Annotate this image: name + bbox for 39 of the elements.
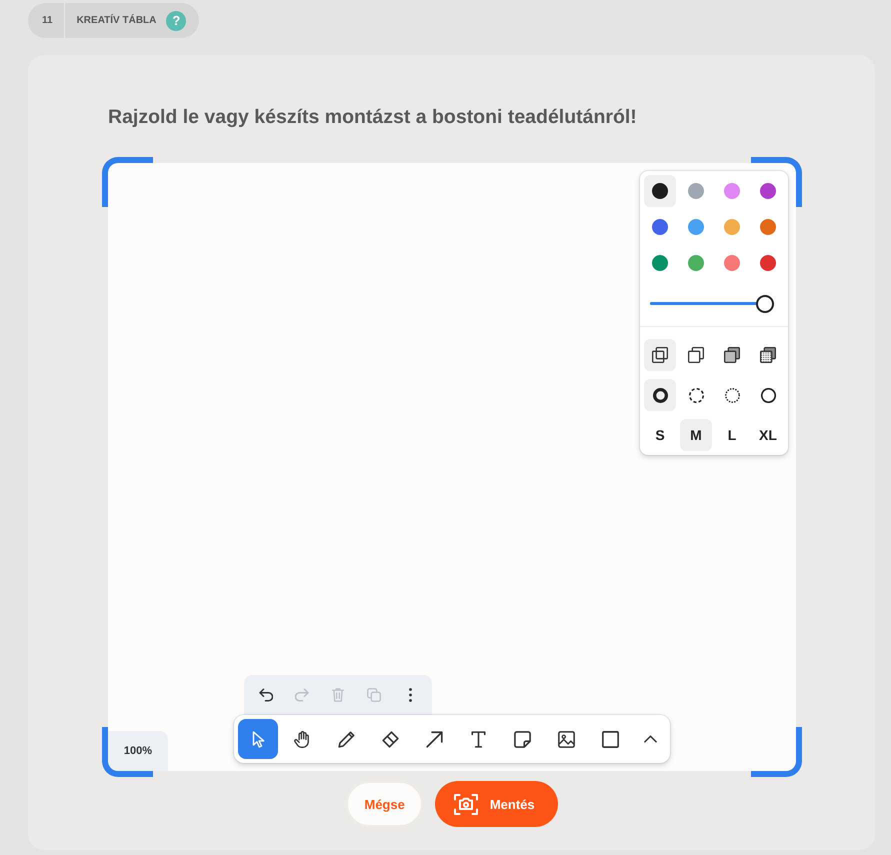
size-button[interactable]: L [716, 419, 748, 451]
size-button[interactable]: M [680, 419, 712, 451]
overlapping-squares-icon [652, 347, 668, 363]
cube-filled-icon [724, 347, 740, 363]
cube-outline-icon [688, 347, 704, 363]
pencil-icon [338, 730, 354, 748]
task-title: Rajzold le vagy készíts montázst a bostoni teadélutánról! [108, 105, 637, 130]
eraser-icon [382, 730, 398, 748]
thick-ring-icon [652, 388, 668, 402]
trash-icon [331, 688, 345, 702]
frame-corner [751, 157, 802, 207]
dashed-circle-icon [688, 388, 704, 402]
slider-thumb[interactable] [756, 294, 774, 312]
chevron-up-icon [644, 735, 656, 743]
hand-icon [294, 730, 310, 748]
save-label: Mentés [490, 796, 535, 812]
camera-icon [454, 794, 478, 814]
zoom-level[interactable]: 100% [108, 731, 168, 771]
image-icon [558, 730, 574, 748]
size-button[interactable]: XL [752, 419, 784, 451]
activity-type: KREATÍV TÁBLA [76, 15, 156, 26]
redo-icon [295, 688, 309, 702]
color-swatch[interactable] [644, 175, 676, 207]
stroke-style-button[interactable] [644, 379, 676, 411]
cube-pattern-icon [760, 347, 776, 363]
sticky-note-icon [514, 730, 530, 748]
text-tool-icon [470, 730, 486, 748]
duplicate-icon [367, 688, 381, 702]
undo-icon [259, 688, 273, 702]
frame-corner [751, 727, 802, 777]
frame-corner [102, 727, 153, 777]
dotted-circle-icon [724, 388, 740, 402]
size-button[interactable]: S [644, 419, 676, 451]
activity-number: 11 [42, 15, 54, 26]
square-icon [602, 730, 618, 748]
fill-style-button[interactable] [644, 339, 676, 371]
arrow-icon [426, 730, 442, 748]
frame-corner [102, 157, 153, 207]
more-vertical-icon [408, 688, 412, 702]
